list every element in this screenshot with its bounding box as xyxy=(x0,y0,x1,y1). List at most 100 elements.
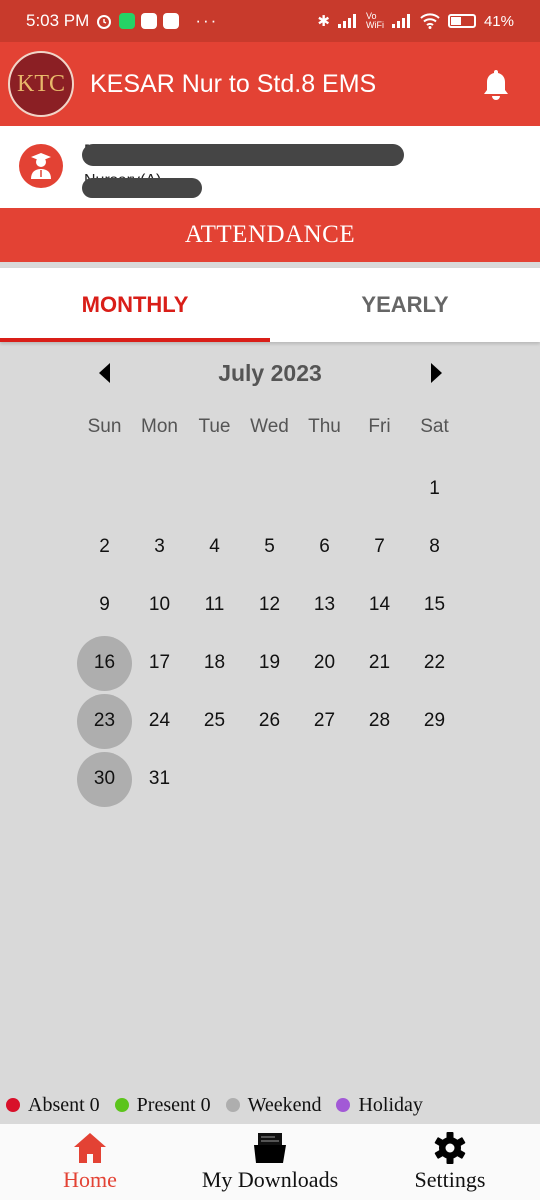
calendar-day[interactable]: 17 xyxy=(132,634,187,692)
calendar-day-number: 14 xyxy=(368,594,391,615)
calendar-day-number: 31 xyxy=(148,768,171,789)
calendar-day[interactable]: 31 xyxy=(132,750,187,808)
app-bar: KTC KESAR Nur to Std.8 EMS xyxy=(0,42,540,126)
next-month-arrow-icon[interactable] xyxy=(431,363,442,383)
whatsapp-icon xyxy=(119,13,136,29)
calendar-day-number: 10 xyxy=(148,594,171,615)
calendar-day-number: 29 xyxy=(423,710,446,731)
redaction-mark xyxy=(82,178,202,198)
calendar-day[interactable]: 19 xyxy=(242,634,297,692)
battery-percent: 41% xyxy=(483,12,514,30)
bluetooth-icon: ✱ xyxy=(317,13,330,30)
signal-icon xyxy=(337,14,356,28)
calendar-day[interactable]: 28 xyxy=(352,692,407,750)
calendar-day-number: 26 xyxy=(258,710,281,731)
calendar-day[interactable]: 30 xyxy=(77,750,132,808)
holiday-dot-icon xyxy=(336,1098,351,1112)
calendar-day[interactable]: 4 xyxy=(187,518,242,576)
weekday-label: Fri xyxy=(368,416,391,437)
calendar-day[interactable]: 5 xyxy=(242,518,297,576)
alarm-icon xyxy=(97,15,112,29)
calendar-day[interactable]: 6 xyxy=(297,518,352,576)
calendar-day-number: 2 xyxy=(99,536,110,557)
calendar-day-number: 3 xyxy=(154,536,165,557)
nav-label: My Downloads xyxy=(201,1167,339,1192)
calendar-day[interactable]: 1 xyxy=(407,460,462,518)
calendar-day-number: 18 xyxy=(203,652,226,673)
calendar-empty-cell xyxy=(242,460,297,518)
weekday-label: Tue xyxy=(198,416,231,437)
legend-label: Holiday xyxy=(358,1093,423,1116)
legend-present: Present 0 xyxy=(114,1093,211,1117)
calendar-day-number: 17 xyxy=(148,652,171,673)
play-games-icon xyxy=(163,13,180,29)
vowifi-icon: Vo WiFi xyxy=(365,11,384,30)
bell-icon[interactable] xyxy=(480,67,512,101)
home-icon xyxy=(74,1133,106,1163)
calendar-day-number: 22 xyxy=(423,652,446,673)
calendar-empty-cell xyxy=(187,460,242,518)
previous-month-arrow-icon[interactable] xyxy=(99,363,110,383)
calendar-day-number: 20 xyxy=(313,652,336,673)
calendar-day-number: 25 xyxy=(203,710,226,731)
status-bar: 5:03 PM ··· ✱ Vo WiFi 41% xyxy=(0,0,540,42)
calendar-day[interactable]: 11 xyxy=(187,576,242,634)
calendar-day[interactable]: 9 xyxy=(77,576,132,634)
signal-icon-2 xyxy=(391,14,410,28)
calendar-day-number: 12 xyxy=(258,594,281,615)
student-card: [redacted] PADHIYAR Nursery(A) xyxy=(0,126,540,208)
redaction-mark xyxy=(82,144,404,166)
calendar-day[interactable]: 12 xyxy=(242,576,297,634)
nav-my-downloads[interactable]: My Downloads xyxy=(180,1124,360,1200)
calendar-day[interactable]: 20 xyxy=(297,634,352,692)
weekday-header: Sun Mon Tue Wed Thu Fri Sat xyxy=(77,416,462,438)
legend-holiday: Holiday xyxy=(336,1093,423,1117)
battery-icon xyxy=(447,14,476,28)
attendance-legend: Absent 0 Present 0 Weekend Holiday xyxy=(0,1090,540,1120)
weekday-label: Sun xyxy=(87,416,122,437)
legend-weekend: Weekend xyxy=(225,1093,322,1117)
calendar-day[interactable]: 21 xyxy=(352,634,407,692)
tab-monthly[interactable]: MONTHLY xyxy=(0,268,270,342)
calendar-day[interactable]: 18 xyxy=(187,634,242,692)
calendar-day[interactable]: 15 xyxy=(407,576,462,634)
legend-count: 0 xyxy=(200,1093,211,1116)
calendar-day-number: 6 xyxy=(319,536,330,557)
weekday-label: Sat xyxy=(420,416,449,437)
legend-count: 0 xyxy=(89,1093,100,1116)
calendar-day[interactable]: 29 xyxy=(407,692,462,750)
calendar-day[interactable]: 27 xyxy=(297,692,352,750)
attendance-header: ATTENDANCE xyxy=(0,208,540,262)
calendar-empty-cell xyxy=(352,460,407,518)
calendar-day[interactable]: 10 xyxy=(132,576,187,634)
nav-label: Settings xyxy=(414,1167,486,1192)
calendar-day[interactable]: 16 xyxy=(77,634,132,692)
more-icon: ··· xyxy=(195,11,219,30)
calendar-day[interactable]: 24 xyxy=(132,692,187,750)
calendar-day[interactable]: 22 xyxy=(407,634,462,692)
calendar-day-number: 4 xyxy=(209,536,220,557)
calendar-day-number: 11 xyxy=(204,594,225,615)
tab-yearly[interactable]: YEARLY xyxy=(270,268,540,342)
weekday-label: Thu xyxy=(308,416,341,437)
calendar-day[interactable]: 14 xyxy=(352,576,407,634)
calendar-day[interactable]: 2 xyxy=(77,518,132,576)
app-title: KESAR Nur to Std.8 EMS xyxy=(90,69,377,98)
school-logo: KTC xyxy=(8,51,74,117)
calendar-day[interactable]: 8 xyxy=(407,518,462,576)
legend-label: Absent xyxy=(28,1093,85,1116)
calendar-day[interactable]: 3 xyxy=(132,518,187,576)
calendar-day[interactable]: 7 xyxy=(352,518,407,576)
calendar-day[interactable]: 26 xyxy=(242,692,297,750)
legend-label: Weekend xyxy=(247,1093,322,1116)
calendar-day-number: 9 xyxy=(99,594,110,615)
calendar-day[interactable]: 25 xyxy=(187,692,242,750)
calendar-day[interactable]: 23 xyxy=(77,692,132,750)
nav-settings[interactable]: Settings xyxy=(360,1124,540,1200)
month-navigator: July 2023 xyxy=(0,352,540,394)
nav-home[interactable]: Home xyxy=(0,1124,180,1200)
calendar-empty-cell xyxy=(132,460,187,518)
nav-label: Home xyxy=(63,1167,117,1192)
calendar-day[interactable]: 13 xyxy=(297,576,352,634)
calendar-day-number: 30 xyxy=(93,768,116,789)
